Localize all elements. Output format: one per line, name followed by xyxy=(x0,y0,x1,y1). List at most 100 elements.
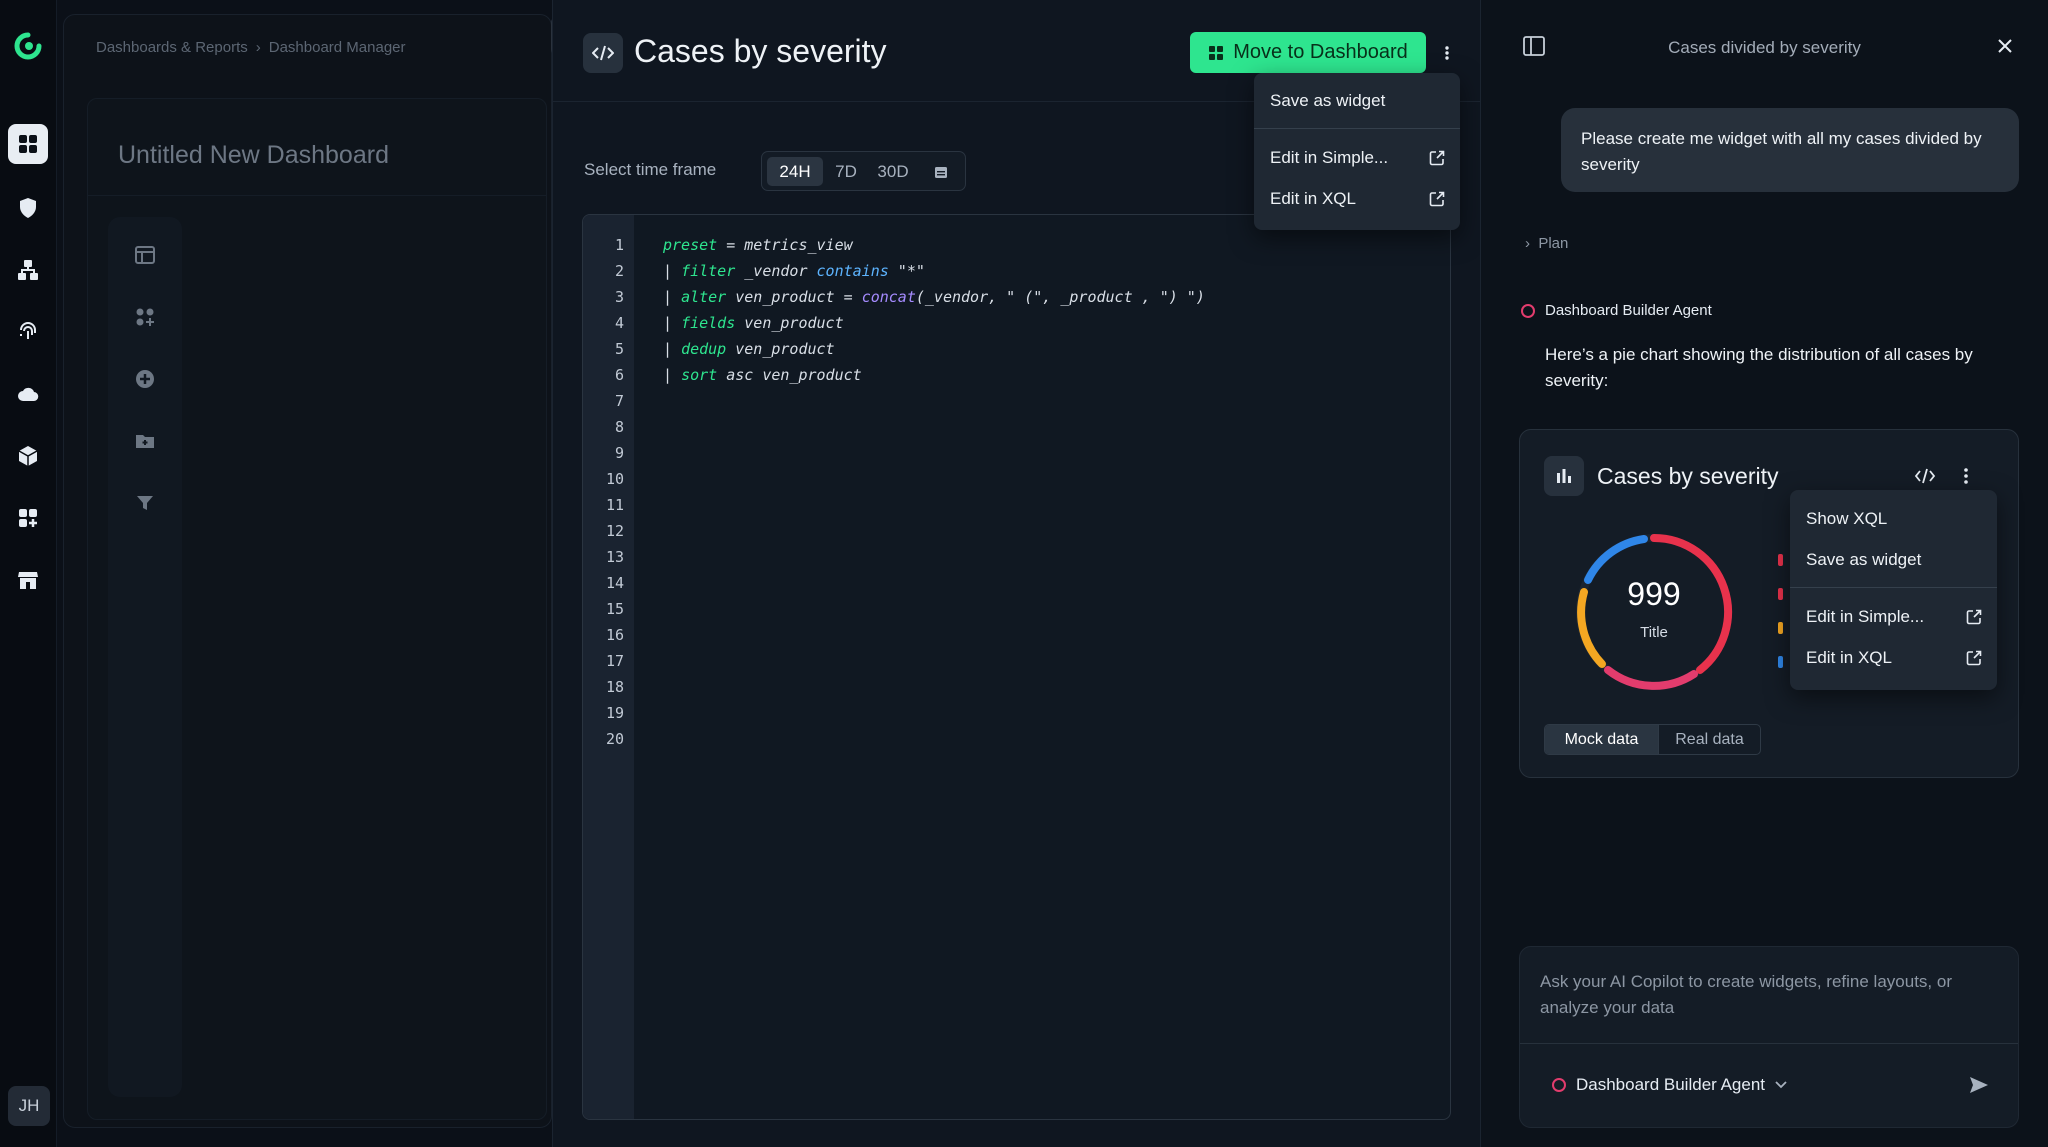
more-options-icon[interactable] xyxy=(1960,466,1972,486)
agent-header: Dashboard Builder Agent xyxy=(1521,302,1712,319)
line-number: 7 xyxy=(614,392,624,410)
left-nav-rail: JH xyxy=(0,0,57,1147)
nav-cloud-icon[interactable] xyxy=(8,374,48,414)
menu-show-xql[interactable]: Show XQL xyxy=(1790,501,1997,537)
dashboard-title[interactable]: Untitled New Dashboard xyxy=(118,141,389,170)
mock-data-tab[interactable]: Mock data xyxy=(1545,725,1658,754)
filter-icon[interactable] xyxy=(133,491,157,515)
menu-label: Save as widget xyxy=(1806,550,1922,569)
nav-marketplace-icon[interactable] xyxy=(8,560,48,600)
bar-chart-icon xyxy=(1544,456,1584,496)
line-number: 19 xyxy=(605,704,624,722)
agent-status-icon xyxy=(1552,1078,1566,1092)
legend-marker xyxy=(1778,622,1783,634)
agent-selector[interactable]: Dashboard Builder Agent xyxy=(1552,1075,1787,1095)
add-circle-icon[interactable] xyxy=(133,367,157,391)
menu-divider xyxy=(1254,128,1460,129)
editor-title: Cases by severity xyxy=(634,33,887,69)
line-number: 11 xyxy=(605,496,624,514)
line-number: 17 xyxy=(605,652,624,670)
nav-fingerprint-icon[interactable] xyxy=(8,312,48,352)
data-source-toggle: Mock data Real data xyxy=(1544,724,1761,755)
external-link-icon xyxy=(1966,609,1982,625)
editor-options-menu: Save as widget Edit in Simple... Edit in… xyxy=(1254,73,1460,230)
menu-edit-in-simple[interactable]: Edit in Simple... xyxy=(1790,599,1997,635)
line-number: 8 xyxy=(614,418,624,436)
time-frame-24h[interactable]: 24H xyxy=(767,157,823,186)
brand-logo-icon[interactable] xyxy=(14,32,42,60)
menu-label: Edit in XQL xyxy=(1270,189,1356,208)
time-frame-label: Select time frame xyxy=(584,160,717,179)
line-number: 1 xyxy=(614,236,624,254)
menu-edit-in-simple[interactable]: Edit in Simple... xyxy=(1254,140,1460,176)
dashboard-toolbar xyxy=(108,217,182,1097)
layout-icon[interactable] xyxy=(133,243,157,267)
move-to-dashboard-button[interactable]: Move to Dashboard xyxy=(1190,32,1426,73)
line-number-gutter: 1 2 3 4 5 6 7 8 9 10 11 12 13 14 15 16 17 18 19 20 xyxy=(583,215,634,1119)
close-icon[interactable] xyxy=(1995,36,2015,56)
widget-title: Cases by severity xyxy=(1597,463,1779,489)
code-icon xyxy=(583,33,623,73)
line-number: 12 xyxy=(605,522,624,540)
line-number: 3 xyxy=(614,288,624,306)
legend-marker xyxy=(1778,554,1783,566)
breadcrumb-item[interactable]: Dashboards & Reports xyxy=(96,39,248,56)
widget-options-menu: Show XQL Save as widget Edit in Simple..… xyxy=(1790,490,1997,690)
menu-label: Save as widget xyxy=(1270,91,1386,110)
agent-message: Here’s a pie chart showing the distribut… xyxy=(1545,345,1973,390)
send-icon[interactable] xyxy=(1968,1075,1990,1095)
calendar-icon[interactable] xyxy=(924,157,958,186)
nav-hierarchy-icon[interactable] xyxy=(8,250,48,290)
code-line: | dedup ven_product xyxy=(663,340,835,358)
code-line: | filter _vendor contains "*" xyxy=(663,262,925,280)
menu-label: Show XQL xyxy=(1806,509,1888,528)
menu-edit-in-xql[interactable]: Edit in XQL xyxy=(1254,181,1460,217)
donut-center-value: 999 xyxy=(1627,576,1681,612)
legend-marker xyxy=(1778,656,1783,668)
widgets-icon[interactable] xyxy=(133,305,157,329)
breadcrumb-item[interactable]: Dashboard Manager xyxy=(269,39,406,56)
time-frame-selector: 24H 7D 30D xyxy=(761,151,966,191)
folder-icon[interactable] xyxy=(133,429,157,453)
line-number: 15 xyxy=(605,600,624,618)
xql-editor-panel: Cases by severity Move to Dashboard Sele… xyxy=(552,0,1480,1147)
more-options-icon[interactable] xyxy=(1437,38,1457,68)
nav-shield-icon[interactable] xyxy=(8,188,48,228)
agent-name: Dashboard Builder Agent xyxy=(1545,302,1712,319)
external-link-icon xyxy=(1966,650,1982,666)
nav-dashboards-icon[interactable] xyxy=(8,124,48,164)
dashboard-grid-icon xyxy=(1209,45,1224,60)
plan-label: Plan xyxy=(1538,235,1569,252)
code-line: | sort asc ven_product xyxy=(663,366,862,384)
chevron-down-icon xyxy=(1775,1081,1787,1089)
real-data-tab[interactable]: Real data xyxy=(1658,725,1760,754)
line-number: 5 xyxy=(614,340,624,358)
menu-label: Edit in Simple... xyxy=(1806,607,1925,626)
nav-add-widgets-icon[interactable] xyxy=(8,498,48,538)
chat-input[interactable]: Ask your AI Copilot to create widgets, r… xyxy=(1540,969,2000,1021)
code-icon[interactable] xyxy=(1914,466,1936,486)
line-number: 18 xyxy=(605,678,624,696)
external-link-icon xyxy=(1429,150,1445,166)
menu-save-as-widget[interactable]: Save as widget xyxy=(1254,83,1460,119)
time-frame-30d[interactable]: 30D xyxy=(869,157,917,186)
plan-toggle[interactable]: › Plan xyxy=(1525,235,1568,252)
segment-high xyxy=(1604,666,1698,690)
menu-edit-in-xql[interactable]: Edit in XQL xyxy=(1790,640,1997,676)
move-to-dashboard-label: Move to Dashboard xyxy=(1233,41,1408,63)
donut-center-label: Title xyxy=(1640,624,1668,641)
menu-save-as-widget[interactable]: Save as widget xyxy=(1790,542,1997,578)
chat-composer: Ask your AI Copilot to create widgets, r… xyxy=(1519,946,2019,1128)
time-frame-7d[interactable]: 7D xyxy=(828,157,864,186)
menu-divider xyxy=(1790,587,1997,588)
user-avatar[interactable]: JH xyxy=(8,1086,50,1126)
legend-marker xyxy=(1778,588,1783,600)
chat-title: Cases divided by severity xyxy=(1668,38,1861,57)
breadcrumb: Dashboards & Reports › Dashboard Manager xyxy=(96,39,406,56)
line-number: 9 xyxy=(614,444,624,462)
widget-preview-card: Cases by severity 999 Title Mock data Re… xyxy=(1519,429,2019,778)
dashboard-canvas: Untitled New Dashboard xyxy=(87,98,547,1120)
breadcrumb-separator-icon: › xyxy=(255,39,261,56)
nav-cube-icon[interactable] xyxy=(8,436,48,476)
code-editor[interactable]: 1 2 3 4 5 6 7 8 9 10 11 12 13 14 15 16 17 18 19 20 preset =… xyxy=(582,214,1451,1120)
